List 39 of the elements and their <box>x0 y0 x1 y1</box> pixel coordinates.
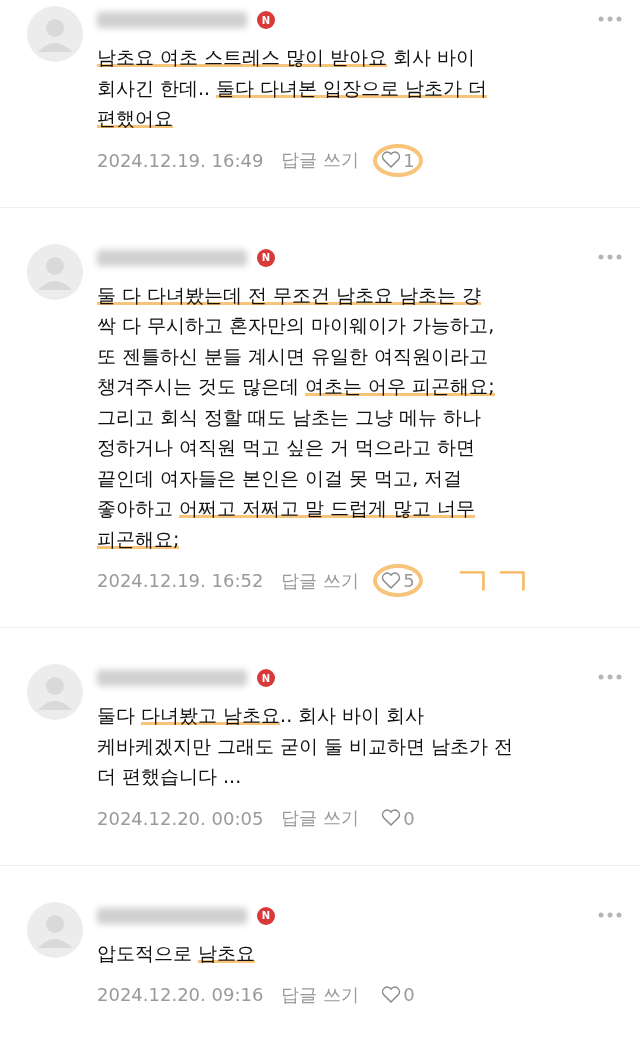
more-icon[interactable] <box>598 674 622 680</box>
more-icon[interactable] <box>598 911 622 918</box>
reply-link[interactable]: 답글 쓰기 <box>281 148 360 172</box>
handwritten-note: ㄱㄱ <box>452 565 533 596</box>
avatar-icon <box>27 901 83 958</box>
comment-text-line: 챙겨주시는 것도 많은데 여초는 어우 피곤해요; <box>97 374 496 399</box>
badge: N <box>257 11 275 29</box>
comment-date: 2024.12.19. 16:52 <box>97 570 264 591</box>
comment-text-line: 압도적으로 남초요 <box>97 940 257 966</box>
heart-icon <box>381 150 402 170</box>
heart-icon <box>381 808 402 828</box>
more-icon[interactable] <box>598 16 622 22</box>
more-icon[interactable] <box>598 253 622 260</box>
avatar-icon <box>27 664 83 720</box>
comment-text-line: 끝인데 여자들은 본인은 이걸 못 먹고, 저걸 <box>97 465 464 491</box>
like-button[interactable]: 0 <box>373 801 423 835</box>
badge: N <box>257 906 275 925</box>
reply-link[interactable]: 답글 쓰기 <box>281 568 360 593</box>
like-button[interactable]: 0 <box>373 978 423 1011</box>
comment-text-line: 정하거나 여직원 먹고 싶은 거 먹으라고 하면 <box>97 435 477 460</box>
like-button[interactable]: 1 <box>373 143 423 177</box>
avatar-icon <box>27 6 83 62</box>
like-button[interactable]: 5 <box>373 564 423 597</box>
comment-date: 2024.12.20. 09:16 <box>97 984 264 1005</box>
badge: N <box>257 248 275 267</box>
comment-text-line: 케바케겠지만 그래도 굳이 둘 비교하면 남초가 전 <box>97 733 515 759</box>
comment-text-line: 더 편했습니다 ... <box>97 764 243 789</box>
badge: N <box>257 669 275 687</box>
reply-link[interactable]: 답글 쓰기 <box>281 982 360 1007</box>
comment-date: 2024.12.19. 16:49 <box>97 149 264 171</box>
comment-text-line: 그리고 회식 정할 때도 남초는 그냥 메뉴 하나 <box>97 404 483 430</box>
comment-text-line: 둘다 다녀봤고 남초요.. 회사 바이 회사 <box>97 703 426 728</box>
comment-text-line: 싹 다 무시하고 혼자만의 마이웨이가 가능하고, <box>97 313 496 338</box>
reply-link[interactable]: 답글 쓰기 <box>281 806 360 830</box>
comment-text-line: 또 젠틀하신 분들 계시면 유일한 여직원이라고 <box>97 343 490 369</box>
comment-date: 2024.12.20. 00:05 <box>97 807 264 829</box>
avatar-icon <box>27 243 83 300</box>
heart-icon <box>381 984 402 1005</box>
heart-icon <box>381 570 402 591</box>
